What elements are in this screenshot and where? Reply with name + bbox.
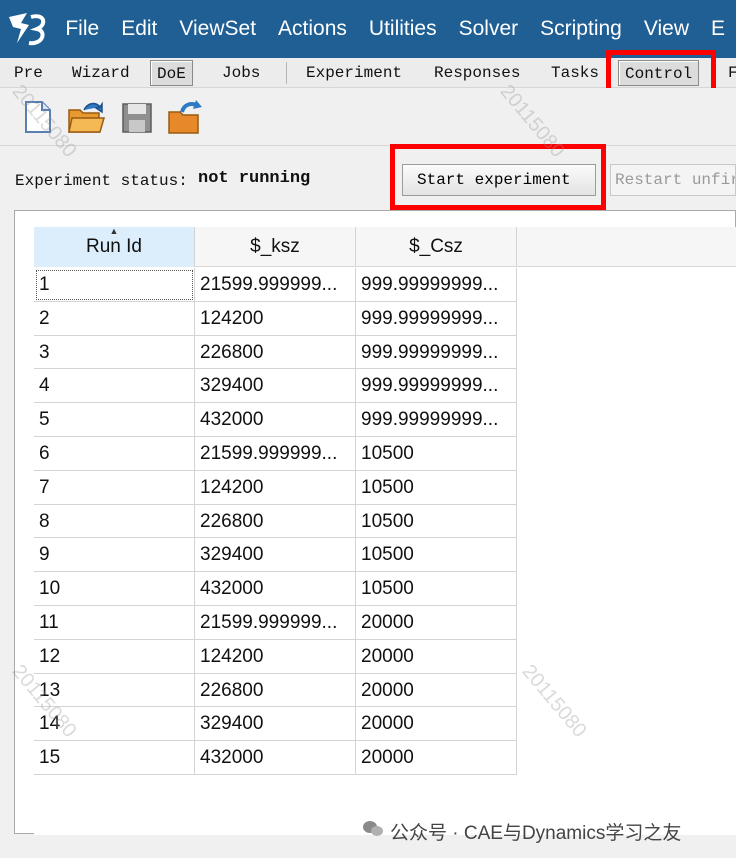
status-row: Experiment status: not running Start exp…	[0, 146, 736, 210]
table-body: 1 21599.999999... 999.99999999... 2 124200 99…	[34, 268, 517, 775]
tab-wizard[interactable]: Wizard	[66, 60, 136, 86]
table-row[interactable]: 11 21599.999999... 20000	[34, 605, 517, 640]
start-experiment-highlight	[390, 144, 606, 210]
run-table: ▲ Run Id $_ksz $_Csz 1 21599.999999... 999…	[34, 226, 736, 835]
save-icon[interactable]	[118, 98, 156, 136]
wechat-icon	[363, 821, 383, 836]
cell-csz[interactable]: 999.99999999...	[356, 369, 517, 404]
cell-ksz[interactable]: 21599.999999...	[195, 436, 356, 471]
menu-solver[interactable]: Solver	[448, 0, 530, 58]
cell-run-id[interactable]: 2	[34, 301, 195, 336]
restart-unfinished-button[interactable]: Restart unfir	[610, 164, 736, 196]
cell-ksz[interactable]: 226800	[195, 673, 356, 708]
import-folder-icon[interactable]	[166, 98, 204, 136]
cell-run-id[interactable]: 13	[34, 673, 195, 708]
experiment-status-label: Experiment status:	[15, 172, 188, 190]
cell-run-id[interactable]: 3	[34, 335, 195, 370]
tab-jobs[interactable]: Jobs	[216, 60, 266, 86]
cell-csz[interactable]: 999.99999999...	[356, 268, 517, 302]
app-logo	[0, 0, 54, 58]
menu-viewset[interactable]: ViewSet	[168, 0, 267, 58]
cell-ksz[interactable]: 124200	[195, 639, 356, 674]
table-row[interactable]: 5 432000 999.99999999...	[34, 403, 517, 437]
tab-pre[interactable]: Pre	[8, 60, 49, 86]
tab-tasks[interactable]: Tasks	[545, 60, 605, 86]
cell-ksz[interactable]: 432000	[195, 741, 356, 775]
cell-run-id[interactable]: 1	[34, 268, 195, 302]
cell-ksz[interactable]: 432000	[195, 572, 356, 606]
cell-run-id[interactable]: 5	[34, 403, 195, 437]
table-header: ▲ Run Id $_ksz $_Csz	[34, 226, 736, 267]
table-row[interactable]: 13 226800 20000	[34, 673, 517, 708]
table-row[interactable]: 14 329400 20000	[34, 707, 517, 742]
table-row[interactable]: 6 21599.999999... 10500	[34, 436, 517, 471]
cell-run-id[interactable]: 6	[34, 436, 195, 471]
cell-run-id[interactable]: 14	[34, 707, 195, 742]
cell-run-id[interactable]: 11	[34, 605, 195, 640]
cell-csz[interactable]: 999.99999999...	[356, 335, 517, 370]
cell-run-id[interactable]: 10	[34, 572, 195, 606]
table-row[interactable]: 10 432000 10500	[34, 572, 517, 606]
menu-edit[interactable]: Edit	[110, 0, 168, 58]
cell-run-id[interactable]: 8	[34, 504, 195, 539]
toolbar	[0, 88, 736, 146]
cell-run-id[interactable]: 15	[34, 741, 195, 775]
cell-ksz[interactable]: 124200	[195, 470, 356, 505]
cell-csz[interactable]: 999.99999999...	[356, 301, 517, 336]
cell-ksz[interactable]: 226800	[195, 335, 356, 370]
cell-csz[interactable]: 10500	[356, 470, 517, 505]
tab-experiment[interactable]: Experiment	[300, 60, 408, 86]
menu-file[interactable]: File	[54, 0, 110, 58]
table-row[interactable]: 9 329400 10500	[34, 538, 517, 573]
cell-csz[interactable]: 20000	[356, 639, 517, 674]
cell-run-id[interactable]: 9	[34, 538, 195, 573]
tab-doe[interactable]: DoE	[150, 60, 193, 86]
table-row[interactable]: 12 124200 20000	[34, 639, 517, 674]
open-folder-icon[interactable]	[66, 98, 105, 136]
cell-ksz[interactable]: 21599.999999...	[195, 605, 356, 640]
cell-csz[interactable]: 10500	[356, 436, 517, 471]
cell-csz[interactable]: 10500	[356, 504, 517, 539]
table-row[interactable]: 15 432000 20000	[34, 741, 517, 775]
cell-ksz[interactable]: 432000	[195, 403, 356, 437]
doe-table-panel: ▲ Run Id $_ksz $_Csz 1 21599.999999... 999…	[14, 210, 736, 835]
cell-ksz[interactable]: 124200	[195, 301, 356, 336]
cell-ksz[interactable]: 329400	[195, 707, 356, 742]
cell-csz[interactable]: 20000	[356, 673, 517, 708]
cell-csz[interactable]: 10500	[356, 572, 517, 606]
cell-csz[interactable]: 20000	[356, 605, 517, 640]
cell-csz[interactable]: 20000	[356, 707, 517, 742]
credit-text: 公众号 · CAE与Dynamics学习之友	[390, 823, 682, 844]
tab-responses[interactable]: Responses	[428, 60, 526, 86]
tab-separator	[286, 62, 287, 84]
cell-ksz[interactable]: 21599.999999...	[195, 268, 356, 302]
experiment-status-value: not running	[198, 169, 311, 188]
cell-run-id[interactable]: 4	[34, 369, 195, 404]
cell-ksz[interactable]: 329400	[195, 538, 356, 573]
new-file-icon[interactable]	[18, 98, 56, 136]
cell-ksz[interactable]: 329400	[195, 369, 356, 404]
column-header-label: Run Id	[86, 236, 142, 257]
cell-run-id[interactable]: 7	[34, 470, 195, 505]
cell-csz[interactable]: 10500	[356, 538, 517, 573]
menu-actions[interactable]: Actions	[267, 0, 358, 58]
table-row[interactable]: 2 124200 999.99999999...	[34, 301, 517, 336]
column-header-ksz[interactable]: $_ksz	[195, 227, 356, 267]
table-row[interactable]: 1 21599.999999... 999.99999999...	[34, 268, 517, 302]
cell-run-id[interactable]: 12	[34, 639, 195, 674]
table-row[interactable]: 3 226800 999.99999999...	[34, 335, 517, 370]
sort-ascending-icon: ▲	[109, 226, 119, 236]
table-row[interactable]: 7 124200 10500	[34, 470, 517, 505]
cell-ksz[interactable]: 226800	[195, 504, 356, 539]
cell-csz[interactable]: 20000	[356, 741, 517, 775]
table-row[interactable]: 8 226800 10500	[34, 504, 517, 539]
column-header-run-id[interactable]: ▲ Run Id	[34, 226, 195, 267]
cell-csz[interactable]: 999.99999999...	[356, 403, 517, 437]
column-header-csz[interactable]: $_Csz	[356, 227, 517, 267]
table-row[interactable]: 4 329400 999.99999999...	[34, 369, 517, 404]
menu-utilities[interactable]: Utilities	[358, 0, 448, 58]
tab-overflow[interactable]: F	[722, 60, 736, 86]
